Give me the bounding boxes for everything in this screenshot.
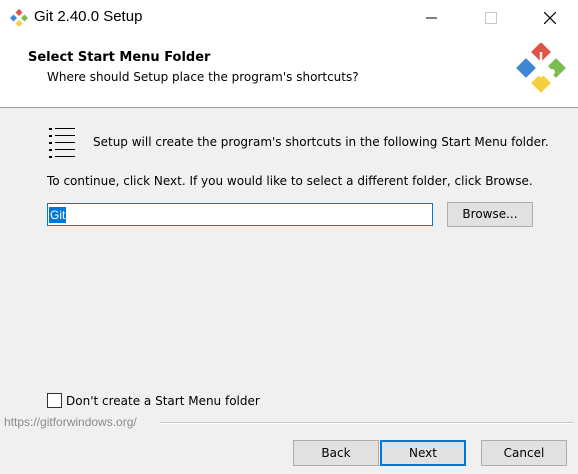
minimize-button[interactable] (409, 0, 455, 36)
info-text: Setup will create the program's shortcut… (93, 135, 549, 149)
close-icon (544, 12, 556, 24)
folder-name-value: Git (49, 206, 67, 223)
no-start-menu-folder-checkbox[interactable] (47, 393, 62, 408)
page-title: Select Start Menu Folder (28, 50, 211, 65)
browse-button[interactable]: Browse... (447, 202, 533, 227)
instruction-text: To continue, click Next. If you would li… (47, 174, 533, 188)
maximize-button[interactable] (468, 0, 514, 36)
no-start-menu-folder-label[interactable]: Don't create a Start Menu folder (66, 394, 260, 408)
minimize-icon (426, 17, 437, 19)
folder-name-input[interactable]: Git (47, 203, 433, 226)
next-button[interactable]: Next (380, 440, 466, 466)
website-link[interactable]: https://gitforwindows.org/ (4, 415, 137, 429)
cancel-button[interactable]: Cancel (481, 440, 567, 466)
wizard-header: Select Start Menu Folder Where should Se… (0, 36, 578, 108)
git-logo-icon (516, 43, 566, 93)
list-icon (49, 128, 75, 158)
page-subtitle: Where should Setup place the program's s… (47, 70, 359, 84)
footer-divider (160, 422, 574, 424)
close-button[interactable] (527, 0, 573, 36)
maximize-icon (485, 12, 497, 24)
title-bar: Git 2.40.0 Setup (0, 0, 578, 36)
git-logo-icon (10, 9, 28, 27)
back-button[interactable]: Back (293, 440, 379, 466)
window-title: Git 2.40.0 Setup (34, 8, 143, 25)
